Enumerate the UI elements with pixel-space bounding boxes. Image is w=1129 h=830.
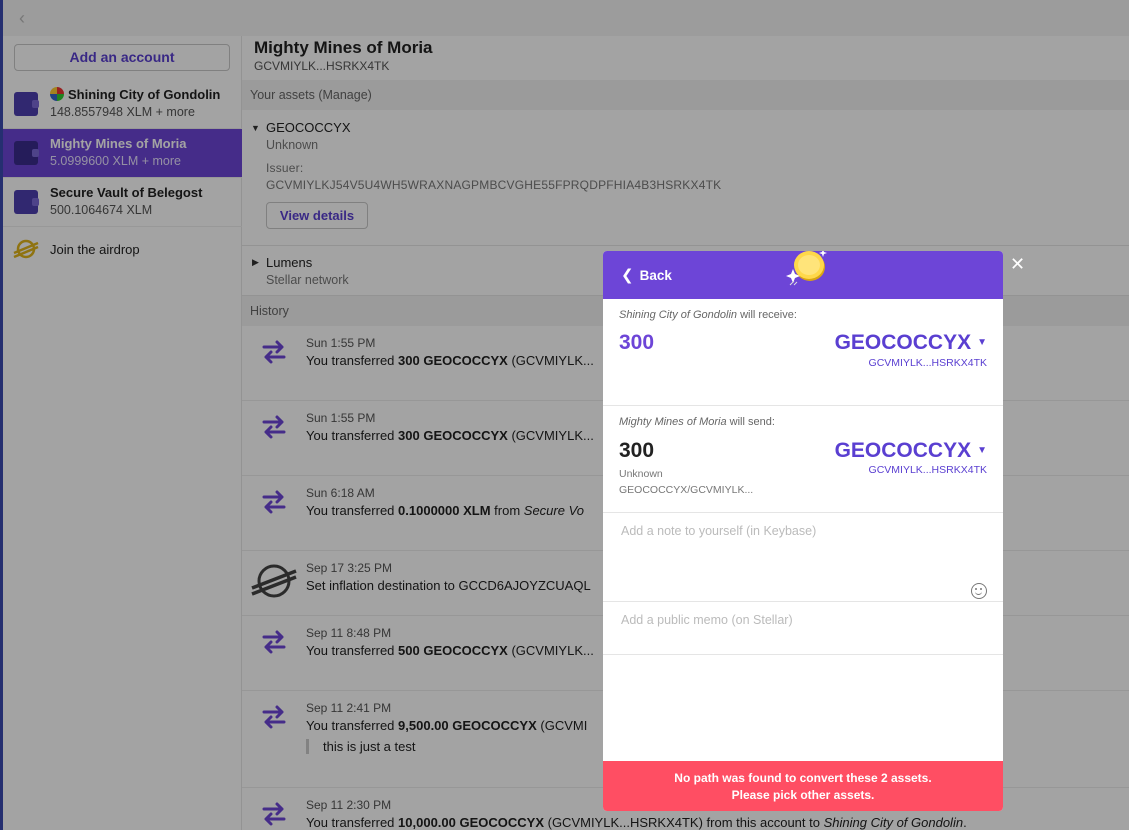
receive-section: Shining City of Gondolin will receive: 3…: [603, 299, 1003, 406]
sender-name: Mighty Mines of Moria: [619, 416, 727, 428]
receive-amount-input[interactable]: 300: [619, 331, 654, 355]
send-asset-dropdown[interactable]: GEOCOCCYX ▼: [835, 439, 987, 463]
receive-asset-dropdown[interactable]: GEOCOCCYX ▼: [835, 331, 987, 355]
send-label: Mighty Mines of Moria will send:: [619, 416, 775, 428]
sparkling-coin-icon: [786, 251, 827, 286]
send-section: Mighty Mines of Moria will send: 300 Unk…: [603, 406, 1003, 513]
receive-asset-code: GEOCOCCYX: [834, 331, 972, 354]
send-unknown: Unknown: [619, 468, 663, 480]
error-line-2: Please pick other assets.: [731, 788, 875, 802]
wallet-app: ‹ Add an account Shining City of Gondoli…: [0, 0, 1129, 830]
send-asset-code: GEOCOCCYX: [834, 439, 972, 462]
close-icon[interactable]: ✕: [1010, 254, 1025, 275]
error-line-1: No path was found to convert these 2 ass…: [674, 771, 932, 785]
send-amount: 300: [619, 439, 655, 462]
emoji-icon[interactable]: [971, 583, 987, 599]
receive-label: Shining City of Gondolin will receive:: [619, 309, 797, 321]
chevron-left-icon: ❮: [621, 267, 634, 284]
back-label: Back: [639, 268, 672, 283]
send-modal: ❮ Back Shining City of Gondolin will rece…: [603, 251, 1003, 811]
send-issuer: GCVMIYLK...HSRKX4TK: [868, 464, 987, 476]
send-path: GEOCOCCYX/GCVMIYLK...: [619, 484, 754, 496]
caret-down-icon: ▼: [977, 337, 987, 348]
receive-issuer: GCVMIYLK...HSRKX4TK: [868, 357, 987, 369]
send-suffix: will send:: [726, 416, 775, 428]
caret-down-icon: ▼: [977, 445, 987, 456]
receive-suffix: will receive:: [737, 309, 797, 321]
note-placeholder: Add a note to yourself (in Keybase): [621, 524, 817, 538]
memo-field[interactable]: Add a public memo (on Stellar): [603, 602, 1003, 655]
error-banner: No path was found to convert these 2 ass…: [603, 761, 1003, 811]
note-field[interactable]: Add a note to yourself (in Keybase): [603, 513, 1003, 602]
back-button[interactable]: ❮ Back: [621, 266, 672, 284]
recipient-name: Shining City of Gondolin: [619, 309, 738, 321]
memo-placeholder: Add a public memo (on Stellar): [621, 613, 793, 627]
modal-header: ❮ Back: [603, 251, 1003, 299]
